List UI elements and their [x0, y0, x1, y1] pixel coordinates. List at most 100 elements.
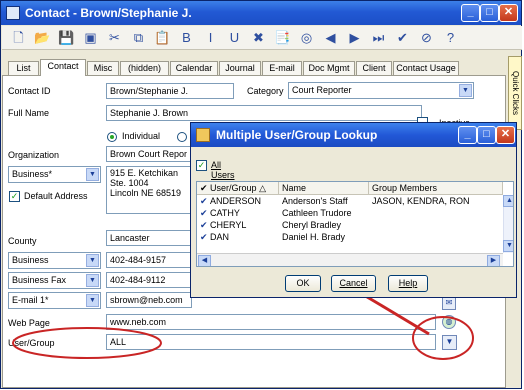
- phone2-type-select[interactable]: Business Fax ▼: [8, 272, 101, 289]
- close-button[interactable]: ✕: [499, 4, 518, 22]
- user-group-cell: CATHY: [210, 208, 240, 218]
- cancel-icon[interactable]: ⊘: [418, 29, 435, 46]
- window-titlebar[interactable]: Contact - Brown/Stephanie J. _ □ ✕: [1, 1, 521, 25]
- county-field[interactable]: Lancaster: [106, 230, 192, 246]
- email-field[interactable]: sbrown@neb.com: [106, 292, 192, 308]
- phone2-field[interactable]: 402-484-9112: [106, 272, 192, 288]
- main-toolbar: 🗋 📂 💾 ▣ ✂ ⧉ 📋 B I U ✖ 📑 ◎ ◀ ▶ ⏭ ✔ ⊘?: [2, 26, 522, 50]
- user-group-lookup-dialog: Multiple User/Group Lookup _ □ ✕ ✓ All U…: [190, 122, 517, 298]
- sort-ascending-icon: △: [259, 183, 267, 193]
- table-row[interactable]: ✔ ANDERSON Anderson's Staff JASON, KENDRA, …: [197, 195, 501, 207]
- tab-journal[interactable]: Journal: [219, 61, 261, 76]
- contact-id-label: Contact ID: [8, 86, 51, 96]
- organization-field[interactable]: Brown Court Repor: [106, 146, 192, 162]
- vertical-scrollbar[interactable]: ▲ ▼: [503, 195, 513, 253]
- email-send-icon[interactable]: ✉: [442, 296, 456, 310]
- address-type-value: Business*: [12, 169, 53, 179]
- scroll-up-icon[interactable]: ▲: [503, 195, 513, 207]
- tab-email[interactable]: E-mail: [262, 61, 302, 76]
- chevron-down-icon[interactable]: ▼: [86, 254, 99, 267]
- tab-calendar[interactable]: Calendar: [170, 61, 218, 76]
- cancel-button[interactable]: Cancel: [331, 275, 376, 292]
- address-type-select[interactable]: Business* ▼: [8, 166, 101, 183]
- dialog-close-button[interactable]: ✕: [496, 126, 515, 144]
- individual-radio[interactable]: [107, 132, 117, 142]
- clipboard-icon[interactable]: 📑: [274, 29, 291, 46]
- organization-label: Organization: [8, 150, 60, 160]
- tab-list[interactable]: List: [8, 61, 39, 76]
- phone2-type-value: Business Fax: [12, 275, 67, 285]
- all-users-checkbox[interactable]: ✓ All Users: [196, 158, 245, 180]
- save-icon[interactable]: 💾: [58, 29, 75, 46]
- tab-hidden[interactable]: (hidden): [120, 61, 169, 76]
- tab-client[interactable]: Client: [356, 61, 392, 76]
- table-row[interactable]: ✔ CATHY Cathleen Trudore: [197, 207, 501, 219]
- default-address-checkbox[interactable]: ✓: [9, 191, 20, 202]
- open-folder-icon[interactable]: 📂: [34, 29, 51, 46]
- tab-doc-mgmt[interactable]: Doc Mgmt: [303, 61, 355, 76]
- user-group-cell: ANDERSON: [210, 196, 262, 206]
- column-header-name[interactable]: Name: [279, 182, 369, 195]
- name-cell: Cathleen Trudore: [282, 208, 352, 218]
- address-field[interactable]: 915 E. Ketchikan Ste. 1004 Lincoln NE 6851…: [106, 166, 192, 214]
- web-page-label: Web Page: [8, 318, 50, 328]
- tab-contact-usage[interactable]: Contact Usage: [393, 61, 459, 76]
- quick-clicks-panel[interactable]: Quick Clicks: [508, 56, 522, 130]
- copy-icon[interactable]: ⧉: [130, 29, 147, 46]
- category-select[interactable]: Court Reporter ▼: [288, 82, 474, 99]
- first-record-icon[interactable]: ◎: [298, 29, 315, 46]
- name-cell: Anderson's Staff: [282, 196, 348, 206]
- column-header-user-group[interactable]: ✔ User/Group △: [197, 182, 279, 195]
- user-group-cell: DAN: [210, 232, 230, 242]
- user-group-field[interactable]: ALL: [106, 334, 436, 350]
- save-close-icon[interactable]: ▣: [82, 29, 99, 46]
- new-document-icon[interactable]: 🗋: [10, 29, 27, 46]
- dialog-titlebar[interactable]: Multiple User/Group Lookup _ □ ✕: [191, 123, 516, 147]
- cut-icon[interactable]: ✂: [106, 29, 123, 46]
- tab-misc[interactable]: Misc: [87, 61, 119, 76]
- organization-radio[interactable]: [177, 132, 187, 142]
- column-header-group-members[interactable]: Group Members: [369, 182, 503, 195]
- user-group-dropdown-button[interactable]: ▼: [442, 335, 457, 350]
- minimize-button[interactable]: _: [461, 4, 480, 22]
- checkmark-icon: ✔: [200, 196, 208, 206]
- chevron-down-icon[interactable]: ▼: [459, 84, 472, 97]
- ok-button[interactable]: OK: [285, 275, 321, 292]
- scroll-down-icon[interactable]: ▼: [503, 240, 513, 252]
- bold-icon[interactable]: B: [178, 29, 195, 46]
- scroll-right-icon[interactable]: ▶: [487, 255, 500, 266]
- delete-icon[interactable]: ✖: [250, 29, 267, 46]
- globe-icon[interactable]: ◍: [442, 315, 456, 329]
- previous-record-icon[interactable]: ◀: [322, 29, 339, 46]
- name-cell: Daniel H. Brady: [282, 232, 346, 242]
- maximize-button[interactable]: □: [480, 4, 499, 22]
- address-line-2: Ste. 1004: [110, 178, 149, 188]
- checkmark-icon[interactable]: ✔: [394, 29, 411, 46]
- paste-icon[interactable]: 📋: [154, 29, 171, 46]
- underline-icon[interactable]: U: [226, 29, 243, 46]
- chevron-down-icon: ▼: [445, 337, 454, 346]
- contact-id-field[interactable]: Brown/Stephanie J.: [106, 83, 234, 99]
- chevron-down-icon[interactable]: ▼: [86, 294, 99, 307]
- help-button[interactable]: Help: [388, 275, 428, 292]
- chevron-down-icon[interactable]: ▼: [86, 168, 99, 181]
- help-icon[interactable]: ?: [442, 29, 459, 46]
- next-record-icon[interactable]: ▶: [346, 29, 363, 46]
- scroll-left-icon[interactable]: ◀: [198, 255, 211, 266]
- address-line-1: 915 E. Ketchikan: [110, 168, 179, 178]
- tab-contact[interactable]: Contact: [40, 59, 86, 76]
- italic-icon[interactable]: I: [202, 29, 219, 46]
- table-row[interactable]: ✔ CHERYL Cheryl Bradley: [197, 219, 501, 231]
- table-row[interactable]: ✔ DAN Daniel H. Brady: [197, 231, 501, 243]
- full-name-field[interactable]: Stephanie J. Brown: [106, 105, 422, 121]
- dialog-maximize-button[interactable]: □: [477, 126, 496, 144]
- phone1-type-select[interactable]: Business ▼: [8, 252, 101, 269]
- all-users-check[interactable]: ✓: [196, 160, 207, 171]
- horizontal-scrollbar[interactable]: ◀ ▶: [197, 253, 503, 266]
- dialog-minimize-button[interactable]: _: [458, 126, 477, 144]
- web-page-field[interactable]: www.neb.com: [106, 314, 436, 330]
- phone1-field[interactable]: 402-484-9157: [106, 252, 192, 268]
- email-type-select[interactable]: E-mail 1* ▼: [8, 292, 101, 309]
- last-record-icon[interactable]: ⏭: [370, 29, 387, 46]
- chevron-down-icon[interactable]: ▼: [86, 274, 99, 287]
